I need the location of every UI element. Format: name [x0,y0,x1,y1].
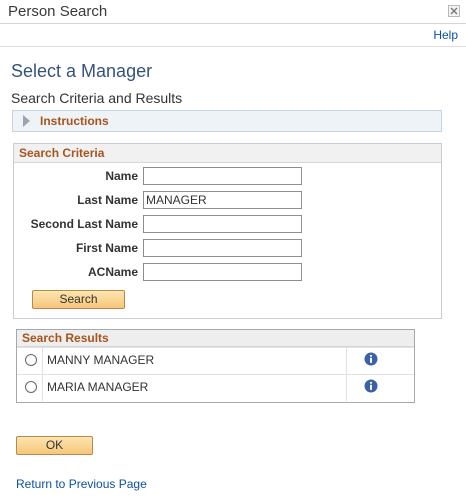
info-icon[interactable] [364,379,378,393]
instructions-toggle[interactable]: Instructions [12,110,442,132]
search-button[interactable]: Search [32,290,125,309]
acname-input[interactable] [143,263,302,281]
second-last-name-label: Second Last Name [30,217,138,231]
result-name: MANNY MANAGER [47,353,155,367]
column-divider [346,348,347,374]
last-name-input[interactable] [143,191,302,209]
name-label: Name [105,169,138,183]
acname-label: ACName [87,265,138,279]
close-button[interactable] [448,5,460,17]
close-icon [450,7,458,15]
expand-arrow-icon [23,115,30,127]
info-icon[interactable] [364,352,378,366]
select-radio[interactable] [25,381,37,393]
instructions-label: Instructions [40,114,109,128]
search-criteria-header: Search Criteria [14,144,441,163]
table-row[interactable]: MANNY MANAGER [17,347,414,374]
second-last-name-input[interactable] [143,215,302,233]
first-name-input[interactable] [143,239,302,257]
table-row[interactable]: MARIA MANAGER [17,374,414,401]
ok-button[interactable]: OK [16,436,93,455]
page-title: Select a Manager [11,61,153,81]
column-divider [346,375,347,401]
page-subtitle: Search Criteria and Results [11,90,183,106]
last-name-label: Last Name [77,193,138,207]
header-divider [0,46,466,47]
title-bar: Person Search [0,0,466,24]
column-divider [42,375,43,401]
first-name-label: First Name [75,241,138,255]
return-to-previous-page-link[interactable]: Return to Previous Page [16,477,147,491]
search-results-header: Search Results [17,330,414,347]
name-input[interactable] [143,167,302,185]
search-results-group: Search Results MANNY MANAGER MARIA MANAG… [16,329,415,403]
window-title: Person Search [8,3,108,20]
result-name: MARIA MANAGER [47,380,149,394]
column-divider [42,348,43,374]
help-link[interactable]: Help [433,28,458,42]
search-criteria-group: Search Criteria Name Last Name Second La… [13,143,442,319]
select-radio[interactable] [25,354,37,366]
person-search-dialog: Person Search Help Select a Manager Sear… [0,0,466,503]
